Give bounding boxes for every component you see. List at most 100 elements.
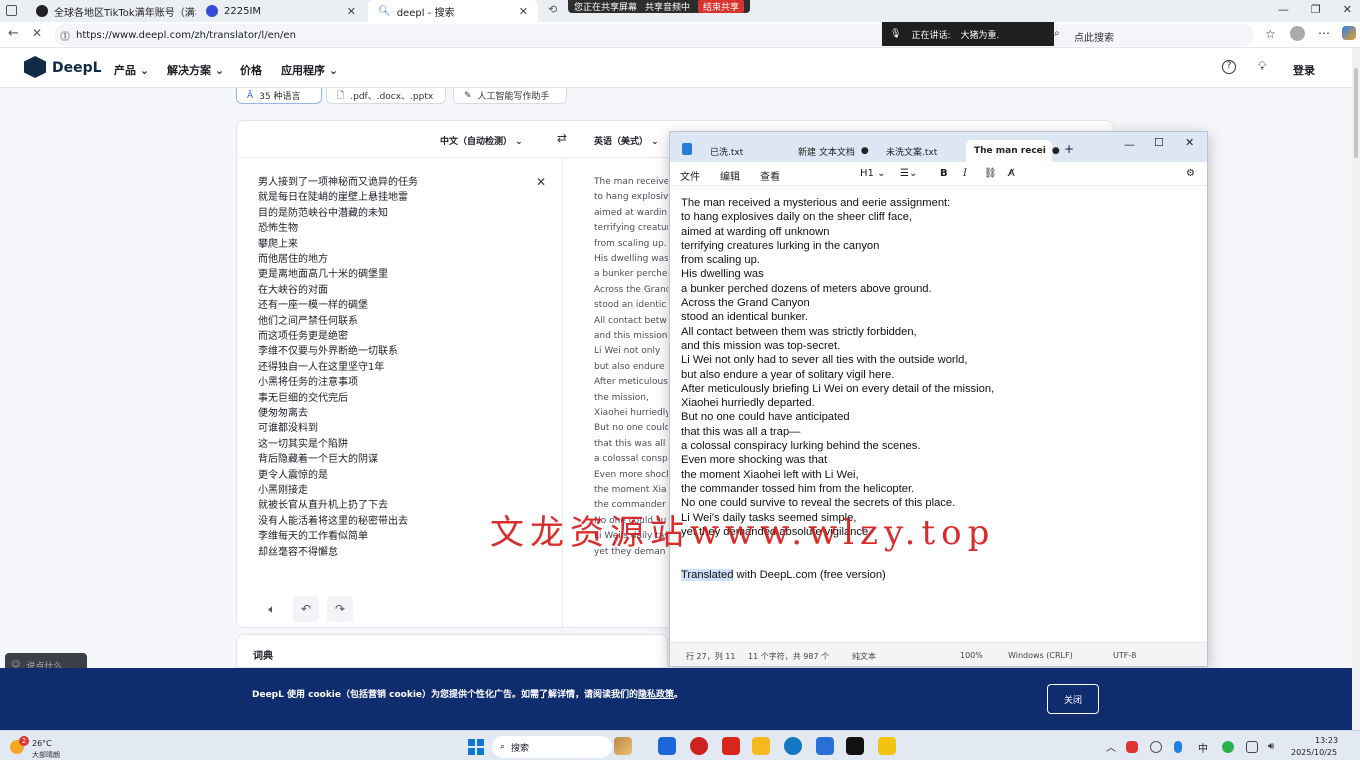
close-window-icon[interactable]: ✕ xyxy=(1343,3,1352,16)
help-icon[interactable]: ? xyxy=(1222,60,1236,74)
line-ending[interactable]: Windows (CRLF) xyxy=(1008,651,1073,660)
lightbulb-icon[interactable]: 💡︎ xyxy=(1258,59,1266,74)
stop-share-button[interactable]: 结束共享 xyxy=(698,0,745,13)
wifi-icon[interactable] xyxy=(1246,741,1258,753)
chip-files[interactable]: 🗋︎ .pdf、.docx、.pptx xyxy=(326,88,446,104)
browser-tab-deepl-search[interactable]: 🔍︎ deepl - 搜索 ✕ xyxy=(368,0,538,22)
url-field[interactable]: ⓵ https://www.deepl.com/zh/translator/l/… xyxy=(54,24,1254,46)
watermark-text: 文龙资源站www.wlzy.top xyxy=(490,513,996,553)
tab-actions-icon[interactable] xyxy=(6,5,17,16)
site-info-icon[interactable]: ⓵ xyxy=(60,28,70,43)
restore-icon[interactable]: ❐ xyxy=(1311,3,1321,16)
privacy-policy-link[interactable]: 隐私政策 xyxy=(638,690,674,700)
editor-line: stood an identical bunker. xyxy=(681,311,808,324)
close-icon[interactable]: ✕ xyxy=(519,5,528,18)
clock-time[interactable]: 13:23 xyxy=(1315,736,1338,745)
tray-chevron-icon[interactable]: ︿ xyxy=(1106,739,1116,754)
browser-tab-2225im[interactable]: 2225IM ✕ xyxy=(196,0,366,22)
list-icon[interactable]: ☰⌄ xyxy=(900,168,917,179)
edge-browser-icon[interactable] xyxy=(784,737,802,755)
close-window-icon[interactable]: ✕ xyxy=(1185,136,1194,149)
nav-pricing[interactable]: 价格 xyxy=(240,62,262,78)
minimize-icon[interactable]: — xyxy=(1124,138,1135,151)
link-icon[interactable]: ⛓︎ xyxy=(984,168,997,179)
deepl-logo[interactable]: DeepL xyxy=(52,60,102,76)
more-icon[interactable]: ⋯ xyxy=(1318,26,1330,40)
notepad-app-icon[interactable] xyxy=(816,737,834,755)
nav-products[interactable]: 产品 ⌄ xyxy=(114,62,149,78)
back-icon[interactable]: ← xyxy=(8,26,19,41)
italic-icon[interactable]: I xyxy=(963,168,967,179)
capcut-app-icon[interactable] xyxy=(846,737,864,755)
window-controls: — ❐ ✕ xyxy=(1278,3,1352,16)
clear-source-icon[interactable]: ✕ xyxy=(536,175,546,189)
nav-solutions[interactable]: 解决方案 ⌄ xyxy=(167,62,224,78)
undo-icon[interactable]: ↶ xyxy=(293,596,319,622)
notepad-tab-2[interactable]: 新建 文本文档 ● xyxy=(790,140,874,162)
tray-app-icon[interactable] xyxy=(1126,741,1138,753)
deepl-logo-icon[interactable] xyxy=(24,56,46,78)
profile-avatar[interactable] xyxy=(1290,26,1305,41)
copilot-icon[interactable] xyxy=(1342,26,1356,40)
volume-icon[interactable]: 🔊︎ xyxy=(1268,741,1280,753)
close-icon[interactable]: ✕ xyxy=(347,5,356,18)
cookie-banner: DeepL 使用 cookie（包括营销 cookie）为您提供个性化广告。如需… xyxy=(0,668,1352,730)
record-app-icon[interactable] xyxy=(690,737,708,755)
reload-icon[interactable]: ✕ xyxy=(32,26,42,40)
paint-app-icon[interactable] xyxy=(614,737,632,755)
ime-indicator[interactable]: 中 xyxy=(1198,740,1208,755)
login-button[interactable]: 登录 xyxy=(1293,62,1315,78)
tab-label: 未洗文案.txt xyxy=(886,147,938,158)
menu-view[interactable]: 查看 xyxy=(760,168,780,183)
source-line: 可谁都没料到 xyxy=(258,423,318,435)
settings-icon[interactable]: ⚙ xyxy=(1186,168,1195,179)
network-icon[interactable] xyxy=(1150,741,1162,753)
wechat-icon[interactable] xyxy=(1222,741,1234,753)
notepad-tab-4[interactable]: The man recei ● xyxy=(966,140,1060,162)
taskbar-search[interactable]: ⌕ 搜索 xyxy=(492,736,612,758)
bold-icon[interactable]: B xyxy=(940,168,948,179)
heading-button[interactable]: H1 ⌄ xyxy=(860,168,885,179)
target-line: but also endure xyxy=(594,361,665,372)
redo-icon[interactable]: ↷ xyxy=(327,596,353,622)
target-line: that this was all xyxy=(594,438,666,449)
source-language-select[interactable]: 中文（自动检测） ⌄ xyxy=(440,134,523,147)
dictionary-card[interactable]: 词典 xyxy=(236,634,668,668)
chip-write[interactable]: ✎ 人工智能写作助手 xyxy=(453,88,567,104)
speaker-icon[interactable]: 🔈︎ xyxy=(259,596,285,622)
page-scrollbar[interactable] xyxy=(1352,48,1360,730)
translate-icon: Ā xyxy=(247,90,254,101)
minimize-icon[interactable]: — xyxy=(1278,3,1289,16)
source-line: 更是离地面高几十米的碉堡里 xyxy=(258,269,388,281)
file-explorer-icon[interactable] xyxy=(752,737,770,755)
target-language-select[interactable]: 英语（美式） ⌄ xyxy=(594,134,659,147)
microphone-icon[interactable] xyxy=(1174,741,1182,753)
search-field[interactable]: 点此搜索 xyxy=(1074,29,1114,44)
scroll-thumb[interactable] xyxy=(1354,68,1358,158)
player-app-icon[interactable] xyxy=(878,737,896,755)
cookie-text: DeepL 使用 cookie（包括营销 cookie）为您提供个性化广告。如需… xyxy=(252,690,684,700)
wps-app-icon[interactable] xyxy=(722,737,740,755)
cookie-close-button[interactable]: 关闭 xyxy=(1047,684,1099,714)
chip-languages[interactable]: Ā 35 种语言 xyxy=(236,88,322,104)
encoding[interactable]: UTF-8 xyxy=(1113,651,1136,660)
start-icon[interactable] xyxy=(468,739,484,755)
maximize-icon[interactable]: ☐ xyxy=(1154,136,1164,149)
browser-tab-tiktok[interactable]: 全球各地区TikTok满年账号（满年 ✕ xyxy=(26,0,196,22)
new-tab-icon[interactable]: + xyxy=(1064,142,1074,156)
favorites-icon[interactable]: ☆ xyxy=(1265,27,1276,41)
clear-format-icon[interactable]: A̸ xyxy=(1008,168,1015,179)
weather-temp[interactable]: 26°C xyxy=(32,739,52,748)
notepad-tab-1[interactable]: 已洗.txt xyxy=(702,140,786,162)
new-tab-icon[interactable]: ⟲ xyxy=(548,3,557,16)
menu-file[interactable]: 文件 xyxy=(680,168,700,183)
tab-label: 全球各地区TikTok满年账号（满年 xyxy=(54,7,196,19)
swap-languages-icon[interactable]: ⇄ xyxy=(557,131,567,145)
editor-line: Even more shocking was that xyxy=(681,454,828,467)
nav-apps[interactable]: 应用程序 ⌄ xyxy=(281,62,338,78)
notepad-tab-3[interactable]: 未洗文案.txt xyxy=(878,140,962,162)
zoom-level[interactable]: 100% xyxy=(960,651,983,660)
menu-edit[interactable]: 编辑 xyxy=(720,168,740,183)
clock-date[interactable]: 2025/10/25 xyxy=(1291,748,1337,757)
photos-app-icon[interactable] xyxy=(658,737,676,755)
